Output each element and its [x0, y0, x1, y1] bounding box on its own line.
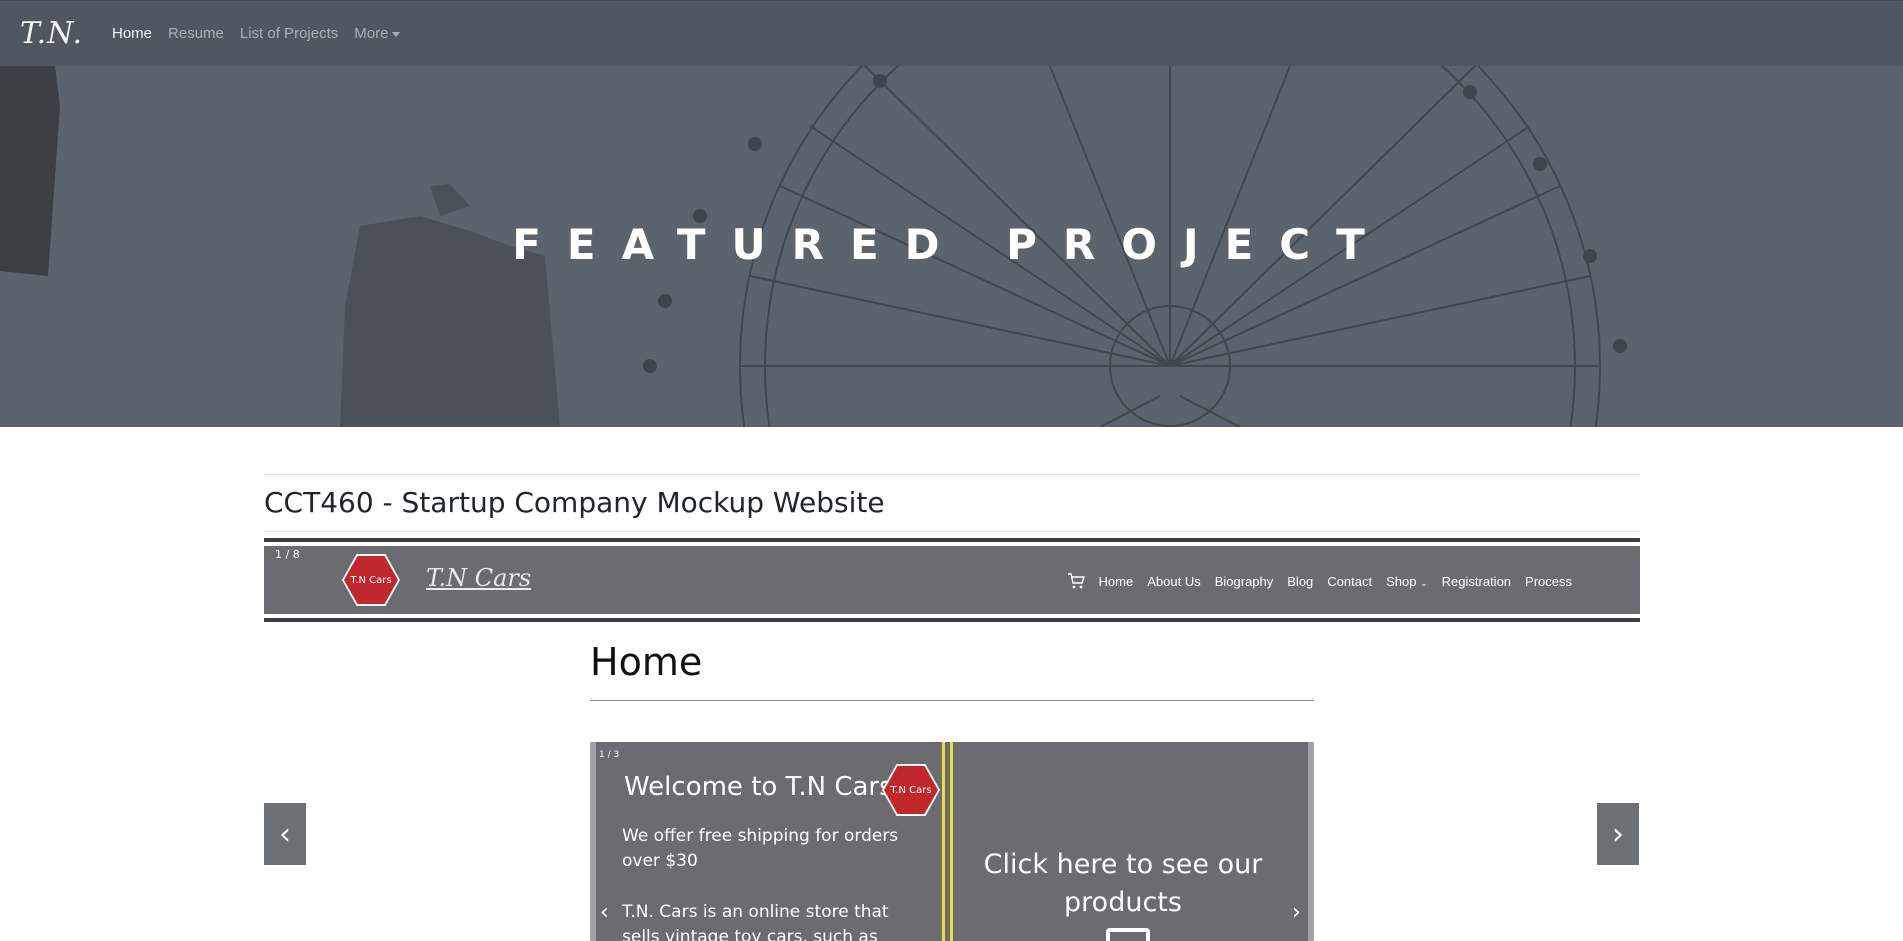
nav-home[interactable]: Home: [112, 25, 152, 42]
nav-more-label: More: [354, 25, 389, 42]
mock-navbar-bottom-border: [264, 618, 1640, 622]
mock-heading-rule: [590, 700, 1314, 701]
hero-title: FEATURED PROJECT: [512, 220, 1391, 269]
nav-more-dropdown[interactable]: More: [354, 25, 401, 42]
nav-list-of-projects[interactable]: List of Projects: [240, 25, 338, 42]
chevron-down-icon: ⌄: [1420, 577, 1428, 588]
top-navbar: T.N. Home Resume List of Projects More: [0, 0, 1903, 66]
welcome-badge-text: T.N Cars: [890, 784, 932, 796]
divider: [264, 474, 1640, 475]
mock-menu-blog: Blog: [1287, 573, 1314, 589]
mock-menu-biography: Biography: [1214, 573, 1274, 589]
mock-menu-shop: Shop ⌄: [1386, 574, 1428, 589]
caret-down-icon: [392, 31, 401, 37]
yellow-stripe: [950, 742, 953, 941]
project-slideshow: 1 / 8 T.N Cars T.N Cars Home About Us Bi…: [264, 538, 1640, 941]
inner-next-arrow-icon: ›: [1292, 900, 1301, 925]
mock-page-heading: Home: [590, 640, 703, 684]
shopping-cart-icon: [1067, 573, 1085, 589]
slide-counter: 1 / 8: [275, 548, 300, 561]
shipping-text: We offer free shipping for orders over $…: [622, 826, 899, 871]
slideshow-prev-button[interactable]: ‹: [264, 803, 306, 865]
mock-menu-home: Home: [1098, 573, 1134, 589]
yellow-stripe: [942, 742, 945, 941]
welcome-heading: Welcome to T.N Cars: [624, 772, 893, 802]
mock-menu-about-us: About Us: [1147, 573, 1201, 589]
about-text: T.N. Cars is an online store that sells …: [622, 902, 889, 941]
mock-menu-process: Process: [1525, 573, 1572, 589]
shopping-bag-icon: [1106, 928, 1150, 941]
nav-resume[interactable]: Resume: [168, 25, 224, 42]
mock-menu-registration: Registration: [1441, 573, 1512, 589]
mock-inner-carousel: 1 / 3 Welcome to T.N Cars T.N Cars We of…: [590, 742, 1314, 941]
mock-menu-contact: Contact: [1327, 573, 1373, 589]
mock-menu-shop-label: Shop: [1386, 573, 1417, 589]
mock-logo-text: T.N Cars: [350, 574, 392, 586]
slideshow-next-button[interactable]: ›: [1597, 803, 1639, 865]
inner-prev-arrow-icon: ‹: [600, 900, 609, 925]
mock-menu: Home About Us Biography Blog Contact Sho…: [1067, 572, 1572, 590]
divider: [264, 531, 1640, 532]
project-title: CCT460 - Startup Company Mockup Website: [264, 486, 885, 519]
hero-banner: FEATURED PROJECT: [0, 66, 1903, 427]
inner-slide-counter: 1 / 3: [599, 750, 620, 760]
mock-brand-name: T.N Cars: [426, 564, 532, 592]
products-cta: Click here to see our products: [983, 849, 1263, 918]
mock-site-navbar: 1 / 8 T.N Cars T.N Cars Home About Us Bi…: [264, 546, 1640, 618]
brand-logo[interactable]: T.N.: [20, 16, 90, 51]
